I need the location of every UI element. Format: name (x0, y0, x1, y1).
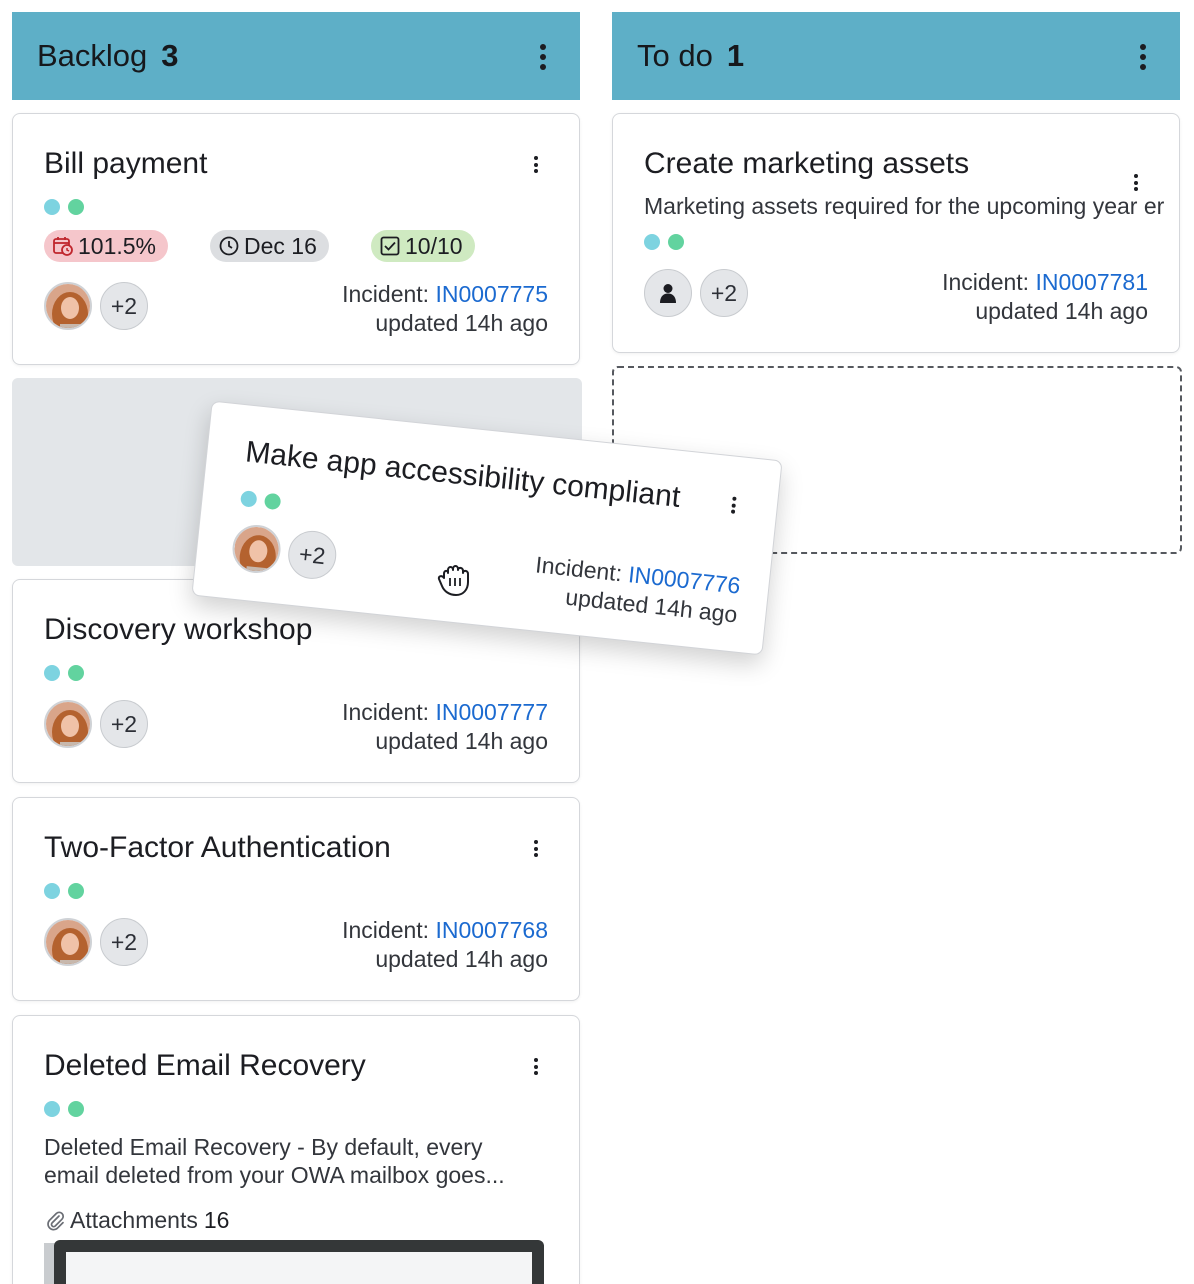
column-count: 1 (726, 38, 745, 73)
more-vertical-icon[interactable] (534, 840, 538, 860)
checklist-value: 10/10 (405, 232, 463, 259)
column-header-backlog: Backlog 3 (12, 12, 580, 100)
incident-info: Incident: IN0007777 updated 14h ago (342, 698, 548, 756)
more-vertical-icon[interactable] (534, 156, 538, 176)
paperclip-icon (47, 1210, 65, 1231)
attachments-label: Attachments (70, 1207, 198, 1233)
card-title: Deleted Email Recovery (44, 1049, 366, 1082)
card-title: Create marketing assets (644, 147, 970, 180)
label-dots (44, 665, 84, 681)
incident-link[interactable]: IN0007768 (435, 917, 548, 943)
card-create-marketing-assets[interactable]: Create marketing assets Marketing assets… (612, 113, 1180, 353)
description-line: email deleted from your OWA mailbox goes… (44, 1162, 505, 1188)
incident-info: Incident: IN0007781 updated 14h ago (942, 268, 1148, 326)
clock-icon (219, 236, 239, 256)
more-vertical-icon[interactable] (1134, 174, 1138, 194)
incident-info: Incident: IN0007775 updated 14h ago (342, 280, 548, 338)
card-title: Discovery workshop (44, 613, 313, 646)
card-title: Make app accessibility compliant (243, 435, 682, 514)
card-bill-payment[interactable]: Bill payment 101.5% Dec 16 10/10 +2 Inci… (12, 113, 580, 365)
avatar[interactable] (44, 918, 92, 966)
column-title: To do (637, 38, 713, 73)
card-description: Deleted Email Recovery - By default, eve… (44, 1133, 505, 1189)
updated-text: updated 14h ago (375, 728, 548, 754)
card-description: Marketing assets required for the upcomi… (644, 193, 1165, 219)
card-two-factor-authentication[interactable]: Two-Factor Authentication +2 Incident: I… (12, 797, 580, 1001)
more-vertical-icon[interactable] (534, 1058, 538, 1078)
more-assignees-badge[interactable]: +2 (100, 282, 148, 330)
checkbox-icon (380, 236, 400, 256)
avatar[interactable] (44, 282, 92, 330)
card-deleted-email-recovery[interactable]: Deleted Email Recovery Deleted Email Rec… (12, 1015, 580, 1284)
incident-link[interactable]: IN0007777 (435, 699, 548, 725)
user-avatar-placeholder[interactable] (644, 269, 692, 317)
incident-label: Incident: (342, 699, 430, 725)
more-assignees-badge[interactable]: +2 (100, 918, 148, 966)
incident-info: Incident: IN0007768 updated 14h ago (342, 916, 548, 974)
more-vertical-icon[interactable] (730, 496, 737, 517)
updated-text: updated 14h ago (375, 310, 548, 336)
user-icon (660, 284, 676, 303)
incident-label: Incident: (942, 269, 1030, 295)
avatar[interactable] (230, 522, 283, 576)
progress-value: 101.5% (78, 232, 157, 259)
attachment-preview[interactable] (44, 1240, 544, 1284)
more-assignees-badge[interactable]: +2 (700, 269, 748, 317)
avatar[interactable] (44, 700, 92, 748)
grab-hand-icon (437, 565, 469, 596)
checklist-badge: 10/10 (371, 230, 475, 262)
more-vertical-icon[interactable] (540, 44, 546, 74)
label-dots (644, 234, 684, 250)
incident-label: Incident: (342, 917, 430, 943)
due-date-badge: Dec 16 (210, 230, 329, 262)
label-dots (44, 1101, 84, 1117)
due-date-value: Dec 16 (244, 232, 317, 259)
more-vertical-icon[interactable] (1140, 44, 1146, 74)
attachments-info[interactable]: Attachments 16 (44, 1207, 229, 1234)
column-count: 3 (161, 38, 179, 73)
incident-label: Incident: (342, 281, 430, 307)
label-dots (44, 199, 84, 215)
card-title: Bill payment (44, 147, 208, 180)
updated-text: updated 14h ago (975, 298, 1148, 324)
calendar-clock-icon (53, 237, 73, 256)
description-line: Deleted Email Recovery - By default, eve… (44, 1134, 483, 1160)
column-title: Backlog (37, 38, 148, 73)
label-dots (239, 490, 282, 511)
progress-badge: 101.5% (44, 230, 169, 262)
incident-link[interactable]: IN0007781 (1035, 269, 1148, 295)
updated-text: updated 14h ago (375, 946, 548, 972)
label-dots (44, 883, 84, 899)
more-assignees-badge[interactable]: +2 (100, 700, 148, 748)
more-assignees-badge[interactable]: +2 (285, 528, 339, 582)
attachments-count: 16 (203, 1207, 230, 1233)
incident-info: Incident: IN0007776 updated 14h ago (531, 550, 742, 629)
column-header-todo: To do 1 (612, 12, 1180, 100)
card-title: Two-Factor Authentication (44, 831, 391, 864)
incident-link[interactable]: IN0007775 (435, 281, 548, 307)
